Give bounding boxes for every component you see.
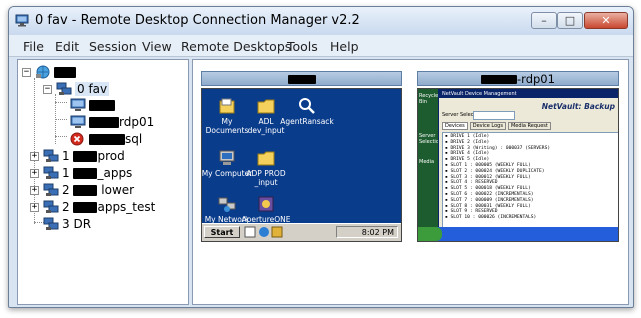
remote-desktop-thumbnail[interactable]: My Documents ADL dev_input AgentRansack … (201, 88, 402, 242)
thumbnail-header[interactable]: -rdp01 (417, 71, 619, 86)
remote-desktop-thumbnail[interactable]: Recycle Bin Server Selection Media NetVa… (417, 88, 619, 242)
menu-view[interactable]: View (142, 39, 172, 54)
expand-icon[interactable]: + (30, 202, 39, 212)
device-list[interactable]: ▪ DRIVE 1 (Idle) ▪ DRIVE 2 (Idle) ▪ DRIVE … (442, 132, 618, 228)
collapse-icon[interactable]: − (43, 84, 52, 94)
server-select[interactable] (473, 111, 515, 120)
quick-launch-icons (244, 226, 283, 238)
drive-lines: ▪ DRIVE 1 (Idle) ▪ DRIVE 2 (Idle) ▪ DRIVE … (443, 133, 618, 222)
desktop-strip: Recycle Bin Server Selection Media (418, 89, 442, 241)
menu-help[interactable]: Help (330, 39, 359, 54)
window-title: 0 fav - Remote Desktop Connection Manage… (35, 13, 360, 28)
menu-tools[interactable]: Tools (287, 39, 318, 54)
tree-group-label: 3 DR (62, 217, 92, 231)
tree-group-item[interactable]: 3 DR (43, 216, 91, 232)
tree-server-item[interactable]: sql (70, 131, 142, 147)
tree-group-label: 1 prod (62, 149, 125, 163)
menu-bar: File Edit Session View Remote Desktops T… (9, 35, 633, 57)
error-icon (70, 132, 84, 146)
tree-server-label (89, 98, 115, 112)
netvault-titlebar: NetVault Device Management (439, 90, 618, 98)
group-icon (56, 82, 72, 95)
tab-media-request[interactable]: Media Request (507, 122, 551, 130)
start-button[interactable]: Start (204, 226, 240, 238)
desktop-icon: AgentRansack (280, 97, 334, 126)
tree-group-label: 2 apps_test (62, 200, 156, 214)
desktop-icon: ADP PROD _input (239, 149, 293, 187)
tree-group-fav[interactable]: − 0 fav (43, 81, 110, 97)
thumbnail-pane: My Documents ADL dev_input AgentRansack … (192, 59, 629, 305)
group-icon (43, 200, 59, 213)
menu-file[interactable]: File (23, 39, 44, 54)
menu-session[interactable]: Session (89, 39, 137, 54)
tree-group-item[interactable]: + 2 lower (30, 182, 134, 198)
tab-devices[interactable]: Devices (442, 122, 468, 130)
close-button[interactable]: ✕ (584, 12, 628, 29)
expand-icon[interactable]: + (30, 168, 39, 178)
my-documents-icon (219, 98, 235, 114)
agent-ransack-icon (299, 98, 315, 114)
menu-remote-desktops[interactable]: Remote Desktops (181, 39, 291, 54)
taskbar: Start 8:02 PM (202, 223, 401, 241)
computer-icon (70, 98, 86, 111)
tree-root-label (54, 65, 76, 79)
xp-taskbar (418, 227, 618, 241)
system-tray: 8:02 PM (336, 226, 398, 238)
network-icon (36, 65, 50, 79)
app-window: 0 fav - Remote Desktop Connection Manage… (8, 6, 634, 308)
aperture-one-icon (258, 196, 274, 212)
minimize-button[interactable]: – (531, 12, 557, 29)
tab-device-logs[interactable]: Device Logs (469, 122, 506, 130)
clock: 8:02 PM (361, 228, 394, 237)
title-bar[interactable]: 0 fav - Remote Desktop Connection Manage… (9, 7, 633, 35)
group-icon (43, 183, 59, 196)
device-tabs: Devices Device Logs Media Request (442, 122, 551, 130)
start-button[interactable] (418, 227, 442, 241)
expand-icon[interactable]: + (30, 185, 39, 195)
group-icon (43, 166, 59, 179)
side-item: Media (419, 159, 435, 165)
tree-root[interactable]: − (22, 64, 76, 80)
netvault-window: NetVault Device Management NetVault: Bac… (438, 89, 618, 229)
netvault-brand: NetVault: Backup (541, 102, 615, 111)
tree-server-label: sql (89, 132, 142, 146)
menu-edit[interactable]: Edit (55, 39, 79, 54)
tree-group-fav-label: 0 fav (75, 82, 110, 96)
collapse-icon[interactable]: − (22, 67, 31, 77)
group-icon (43, 149, 59, 162)
tree-server-item[interactable] (70, 97, 115, 113)
tree-group-item[interactable]: + 1 prod (30, 148, 125, 164)
tree-group-label: 2 lower (62, 183, 135, 197)
tree-group-item[interactable]: + 2 apps_test (30, 199, 155, 215)
thumbnail-header[interactable] (201, 71, 402, 86)
tree-group-label: 1 _apps (62, 166, 133, 180)
drive-line: ▪ SLOT 10 : 000026 (INCREMENTALS) (445, 215, 537, 221)
tree-server-label: rdp01 (89, 115, 154, 129)
app-icon (15, 14, 29, 27)
tree-server-item[interactable]: rdp01 (70, 114, 154, 130)
my-computer-icon (219, 150, 235, 165)
folder-icon (257, 151, 275, 166)
side-item: Recycle Bin (419, 93, 439, 105)
group-icon (43, 217, 59, 230)
server-tree[interactable]: − − 0 fav rdp01 sql + 1 prod + 1 _apps +… (17, 59, 189, 305)
tree-group-item[interactable]: + 1 _apps (30, 165, 132, 181)
folder-icon (257, 99, 275, 114)
maximize-button[interactable]: □ (557, 12, 583, 29)
computer-icon (70, 115, 86, 128)
expand-icon[interactable]: + (30, 151, 39, 161)
network-places-icon (218, 197, 236, 212)
